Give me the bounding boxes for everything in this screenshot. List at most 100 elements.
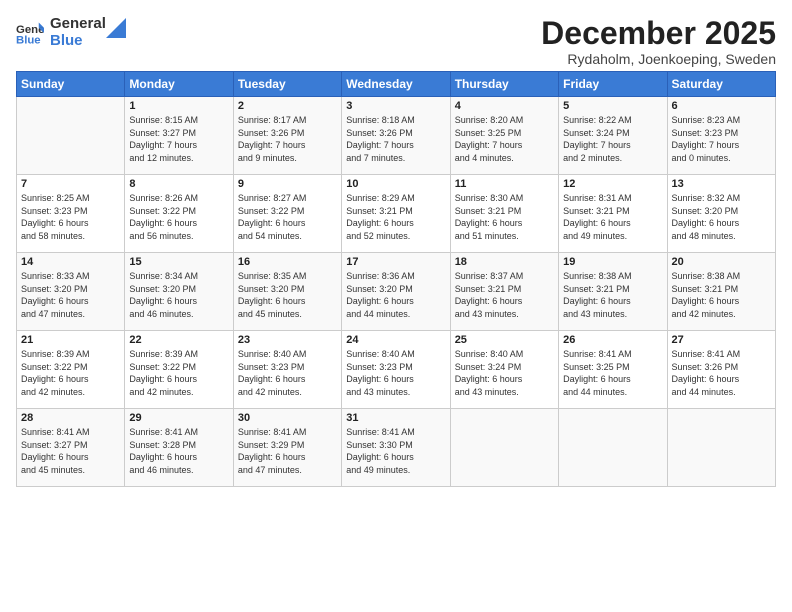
calendar-cell: 3 Sunrise: 8:18 AM Sunset: 3:26 PM Daylig… <box>342 97 450 175</box>
day-number: 24 <box>346 334 445 346</box>
cell-content: Sunrise: 8:31 AM Sunset: 3:21 PM Dayligh… <box>563 192 662 242</box>
day-number: 31 <box>346 412 445 424</box>
cell-content: Sunrise: 8:15 AM Sunset: 3:27 PM Dayligh… <box>129 114 228 164</box>
cell-content: Sunrise: 8:41 AM Sunset: 3:30 PM Dayligh… <box>346 426 445 476</box>
day-number: 1 <box>129 100 228 112</box>
cell-content: Sunrise: 8:25 AM Sunset: 3:23 PM Dayligh… <box>21 192 120 242</box>
day-number: 29 <box>129 412 228 424</box>
day-number: 2 <box>238 100 337 112</box>
day-number: 12 <box>563 178 662 190</box>
day-number: 14 <box>21 256 120 268</box>
cell-content: Sunrise: 8:22 AM Sunset: 3:24 PM Dayligh… <box>563 114 662 164</box>
cell-content: Sunrise: 8:41 AM Sunset: 3:26 PM Dayligh… <box>672 348 771 398</box>
day-number: 23 <box>238 334 337 346</box>
cell-content: Sunrise: 8:41 AM Sunset: 3:28 PM Dayligh… <box>129 426 228 476</box>
cell-content: Sunrise: 8:33 AM Sunset: 3:20 PM Dayligh… <box>21 270 120 320</box>
logo-blue: Blue <box>50 33 106 50</box>
header-day-monday: Monday <box>125 72 233 97</box>
calendar-cell: 26Sunrise: 8:41 AM Sunset: 3:25 PM Dayli… <box>559 331 667 409</box>
calendar-cell: 20 Sunrise: 8:38 AM Sunset: 3:21 PM Dayli… <box>667 253 775 331</box>
calendar-cell: 15 Sunrise: 8:34 AM Sunset: 3:20 PM Dayli… <box>125 253 233 331</box>
calendar-cell: 18 Sunrise: 8:37 AM Sunset: 3:21 PM Dayli… <box>450 253 558 331</box>
calendar-cell: 14 Sunrise: 8:33 AM Sunset: 3:20 PM Dayli… <box>17 253 125 331</box>
cell-content: Sunrise: 8:36 AM Sunset: 3:20 PM Dayligh… <box>346 270 445 320</box>
calendar-header-row: SundayMondayTuesdayWednesdayThursdayFrid… <box>17 72 776 97</box>
day-number: 6 <box>672 100 771 112</box>
cell-content: Sunrise: 8:35 AM Sunset: 3:20 PM Dayligh… <box>238 270 337 320</box>
header: General Blue General Blue December 2025 … <box>16 16 776 67</box>
cell-content: Sunrise: 8:40 AM Sunset: 3:23 PM Dayligh… <box>238 348 337 398</box>
logo: General Blue General Blue <box>16 16 126 49</box>
calendar-cell: 28Sunrise: 8:41 AM Sunset: 3:27 PM Dayli… <box>17 409 125 487</box>
header-day-friday: Friday <box>559 72 667 97</box>
day-number: 10 <box>346 178 445 190</box>
svg-text:Blue: Blue <box>16 34 41 46</box>
calendar-week-row: 1 Sunrise: 8:15 AM Sunset: 3:27 PM Daylig… <box>17 97 776 175</box>
calendar-week-row: 21 Sunrise: 8:39 AM Sunset: 3:22 PM Dayli… <box>17 331 776 409</box>
header-day-tuesday: Tuesday <box>233 72 341 97</box>
calendar-cell: 2 Sunrise: 8:17 AM Sunset: 3:26 PM Daylig… <box>233 97 341 175</box>
day-number: 5 <box>563 100 662 112</box>
logo-general: General <box>50 16 106 33</box>
day-number: 8 <box>129 178 228 190</box>
month-title: December 2025 <box>541 16 776 51</box>
calendar-week-row: 14 Sunrise: 8:33 AM Sunset: 3:20 PM Dayli… <box>17 253 776 331</box>
calendar-cell: 6Sunrise: 8:23 AM Sunset: 3:23 PM Daylig… <box>667 97 775 175</box>
calendar-cell: 27 Sunrise: 8:41 AM Sunset: 3:26 PM Dayli… <box>667 331 775 409</box>
day-number: 16 <box>238 256 337 268</box>
calendar-cell <box>450 409 558 487</box>
day-number: 11 <box>455 178 554 190</box>
calendar-cell: 8Sunrise: 8:26 AM Sunset: 3:22 PM Daylig… <box>125 175 233 253</box>
day-number: 7 <box>21 178 120 190</box>
cell-content: Sunrise: 8:17 AM Sunset: 3:26 PM Dayligh… <box>238 114 337 164</box>
calendar-cell: 5 Sunrise: 8:22 AM Sunset: 3:24 PM Daylig… <box>559 97 667 175</box>
day-number: 13 <box>672 178 771 190</box>
calendar-cell: 30Sunrise: 8:41 AM Sunset: 3:29 PM Dayli… <box>233 409 341 487</box>
day-number: 27 <box>672 334 771 346</box>
cell-content: Sunrise: 8:18 AM Sunset: 3:26 PM Dayligh… <box>346 114 445 164</box>
calendar-cell: 29 Sunrise: 8:41 AM Sunset: 3:28 PM Dayli… <box>125 409 233 487</box>
cell-content: Sunrise: 8:29 AM Sunset: 3:21 PM Dayligh… <box>346 192 445 242</box>
header-day-saturday: Saturday <box>667 72 775 97</box>
calendar-cell: 7 Sunrise: 8:25 AM Sunset: 3:23 PM Daylig… <box>17 175 125 253</box>
day-number: 30 <box>238 412 337 424</box>
calendar-cell: 23 Sunrise: 8:40 AM Sunset: 3:23 PM Dayli… <box>233 331 341 409</box>
calendar-week-row: 7 Sunrise: 8:25 AM Sunset: 3:23 PM Daylig… <box>17 175 776 253</box>
calendar-cell <box>559 409 667 487</box>
day-number: 19 <box>563 256 662 268</box>
cell-content: Sunrise: 8:40 AM Sunset: 3:23 PM Dayligh… <box>346 348 445 398</box>
day-number: 15 <box>129 256 228 268</box>
cell-content: Sunrise: 8:20 AM Sunset: 3:25 PM Dayligh… <box>455 114 554 164</box>
calendar-week-row: 28Sunrise: 8:41 AM Sunset: 3:27 PM Dayli… <box>17 409 776 487</box>
calendar-cell: 17Sunrise: 8:36 AM Sunset: 3:20 PM Dayli… <box>342 253 450 331</box>
cell-content: Sunrise: 8:34 AM Sunset: 3:20 PM Dayligh… <box>129 270 228 320</box>
cell-content: Sunrise: 8:39 AM Sunset: 3:22 PM Dayligh… <box>21 348 120 398</box>
cell-content: Sunrise: 8:32 AM Sunset: 3:20 PM Dayligh… <box>672 192 771 242</box>
cell-content: Sunrise: 8:39 AM Sunset: 3:22 PM Dayligh… <box>129 348 228 398</box>
day-number: 21 <box>21 334 120 346</box>
day-number: 3 <box>346 100 445 112</box>
header-day-sunday: Sunday <box>17 72 125 97</box>
header-day-thursday: Thursday <box>450 72 558 97</box>
cell-content: Sunrise: 8:37 AM Sunset: 3:21 PM Dayligh… <box>455 270 554 320</box>
calendar-cell: 12 Sunrise: 8:31 AM Sunset: 3:21 PM Dayli… <box>559 175 667 253</box>
calendar-cell: 9Sunrise: 8:27 AM Sunset: 3:22 PM Daylig… <box>233 175 341 253</box>
calendar-cell: 19Sunrise: 8:38 AM Sunset: 3:21 PM Dayli… <box>559 253 667 331</box>
day-number: 18 <box>455 256 554 268</box>
day-number: 20 <box>672 256 771 268</box>
cell-content: Sunrise: 8:38 AM Sunset: 3:21 PM Dayligh… <box>672 270 771 320</box>
calendar-cell: 25 Sunrise: 8:40 AM Sunset: 3:24 PM Dayli… <box>450 331 558 409</box>
cell-content: Sunrise: 8:27 AM Sunset: 3:22 PM Dayligh… <box>238 192 337 242</box>
header-day-wednesday: Wednesday <box>342 72 450 97</box>
cell-content: Sunrise: 8:30 AM Sunset: 3:21 PM Dayligh… <box>455 192 554 242</box>
cell-content: Sunrise: 8:40 AM Sunset: 3:24 PM Dayligh… <box>455 348 554 398</box>
calendar-table: SundayMondayTuesdayWednesdayThursdayFrid… <box>16 71 776 487</box>
day-number: 28 <box>21 412 120 424</box>
day-number: 22 <box>129 334 228 346</box>
calendar-cell: 10 Sunrise: 8:29 AM Sunset: 3:21 PM Dayli… <box>342 175 450 253</box>
day-number: 4 <box>455 100 554 112</box>
calendar-cell <box>667 409 775 487</box>
title-block: December 2025 Rydaholm, Joenkoeping, Swe… <box>541 16 776 67</box>
day-number: 26 <box>563 334 662 346</box>
day-number: 25 <box>455 334 554 346</box>
